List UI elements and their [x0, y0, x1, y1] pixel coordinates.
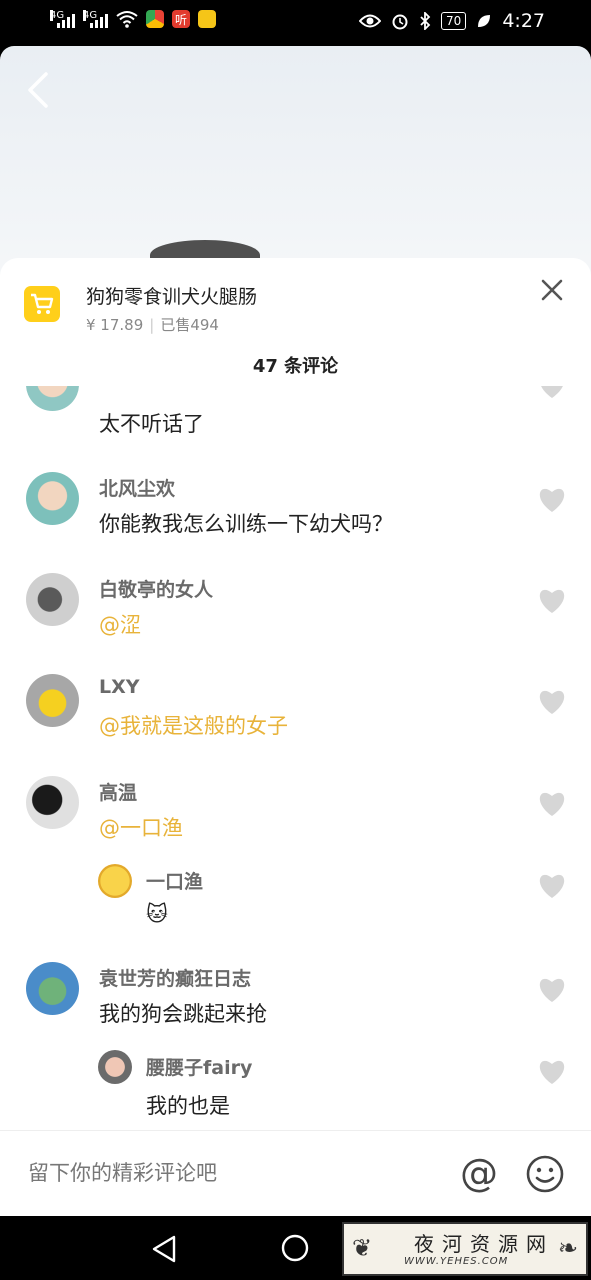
comment-username[interactable]: 袁世芳的癫狂日志: [99, 964, 251, 991]
cellular-signal-icon: 4G: [50, 10, 75, 28]
avatar[interactable]: [98, 864, 132, 898]
avatar[interactable]: [26, 776, 79, 829]
heart-icon[interactable]: [536, 686, 568, 716]
alarm-icon: [392, 14, 408, 30]
leaf-icon: [478, 15, 491, 27]
ornament-icon: ❧: [557, 1234, 578, 1262]
avatar[interactable]: [26, 962, 79, 1015]
ornament-icon: ❦: [352, 1234, 373, 1262]
comment-sheet: 狗狗零食训犬火腿肠 ¥ 17.89 | 已售494 47 条评论 太不听话了 北风尘…: [0, 258, 591, 1216]
network-type-label: 4G: [50, 10, 65, 21]
browser-app-icon: [146, 10, 164, 28]
heart-icon[interactable]: [536, 386, 568, 400]
eye-icon: [359, 14, 382, 28]
heart-icon[interactable]: [536, 484, 568, 514]
comment-username[interactable]: 高温: [99, 778, 137, 805]
close-icon[interactable]: [540, 278, 564, 302]
video-background: [0, 46, 591, 286]
product-card[interactable]: 狗狗零食训犬火腿肠 ¥ 17.89 | 已售494: [24, 286, 564, 346]
comment-text: 我的狗会跳起来抢: [99, 1002, 267, 1026]
comment-text[interactable]: @我就是这般的女子: [99, 710, 288, 740]
emoji-icon[interactable]: [524, 1153, 566, 1195]
shopping-app-icon: [198, 10, 216, 28]
heart-icon[interactable]: [536, 870, 568, 900]
wifi-icon: [116, 11, 138, 28]
avatar[interactable]: [26, 386, 79, 411]
back-arrow-icon[interactable]: [26, 70, 50, 110]
clock-time: 4:27: [502, 10, 545, 32]
comment-username[interactable]: 白敬亭的女人: [99, 575, 213, 602]
product-price: ¥ 17.89: [86, 316, 144, 334]
comment-input[interactable]: 留下你的精彩评论吧: [28, 1157, 217, 1187]
heart-icon[interactable]: [536, 585, 568, 615]
svg-text:@: @: [460, 1153, 498, 1195]
comment-text: 🐱: [146, 902, 168, 926]
heart-icon[interactable]: [536, 974, 568, 1004]
comment-username[interactable]: 北风尘欢: [99, 474, 175, 501]
comment-count: 47 条评论: [252, 356, 339, 377]
heart-icon[interactable]: [536, 1056, 568, 1086]
network-type-label-2: 4G: [83, 10, 98, 21]
comment-list[interactable]: 太不听话了 北风尘欢 你能教我怎么训练一下幼犬吗？ 白敬亭的女人 @涩 LXY …: [0, 386, 591, 1130]
comment-text[interactable]: @涩: [99, 609, 141, 639]
avatar[interactable]: [26, 573, 79, 626]
comment-username[interactable]: 一口渔: [146, 867, 203, 894]
shopping-cart-icon: [24, 286, 60, 322]
music-app-label: 听: [174, 12, 187, 27]
avatar[interactable]: [98, 1050, 132, 1084]
status-bar: 4G 4G 听 70 4:27: [0, 0, 591, 46]
avatar[interactable]: [26, 674, 79, 727]
music-app-icon: 听: [172, 10, 190, 28]
nav-back-icon[interactable]: [150, 1234, 178, 1264]
product-sold: 已售494: [160, 316, 219, 334]
watermark-title: 夜河资源网: [414, 1232, 554, 1256]
comment-text: 太不听话了: [99, 412, 204, 436]
cellular-signal-icon-2: 4G: [83, 10, 108, 28]
comment-text: 你能教我怎么训练一下幼犬吗？: [99, 512, 393, 536]
battery-indicator: 70: [441, 12, 467, 30]
navigation-bar: ❦ ❧ 夜河资源网 WWW.YEHES.COM: [0, 1216, 591, 1280]
mention-at-icon[interactable]: @: [458, 1153, 500, 1195]
comment-username[interactable]: LXY: [99, 676, 140, 698]
comment-username[interactable]: 腰腰子fairy: [146, 1053, 252, 1080]
bluetooth-icon: [420, 12, 431, 30]
nav-home-icon[interactable]: [281, 1234, 309, 1262]
comment-text: 我的也是: [146, 1094, 230, 1118]
watermark-logo: ❦ ❧ 夜河资源网 WWW.YEHES.COM: [342, 1222, 588, 1276]
comment-input-bar[interactable]: 留下你的精彩评论吧 @: [0, 1130, 591, 1216]
product-title: 狗狗零食训犬火腿肠: [86, 286, 258, 308]
product-meta: ¥ 17.89 | 已售494: [86, 316, 219, 334]
watermark-url: WWW.YEHES.COM: [404, 1256, 509, 1267]
avatar[interactable]: [26, 472, 79, 525]
comment-text[interactable]: @一口渔: [99, 812, 183, 842]
heart-icon[interactable]: [536, 788, 568, 818]
